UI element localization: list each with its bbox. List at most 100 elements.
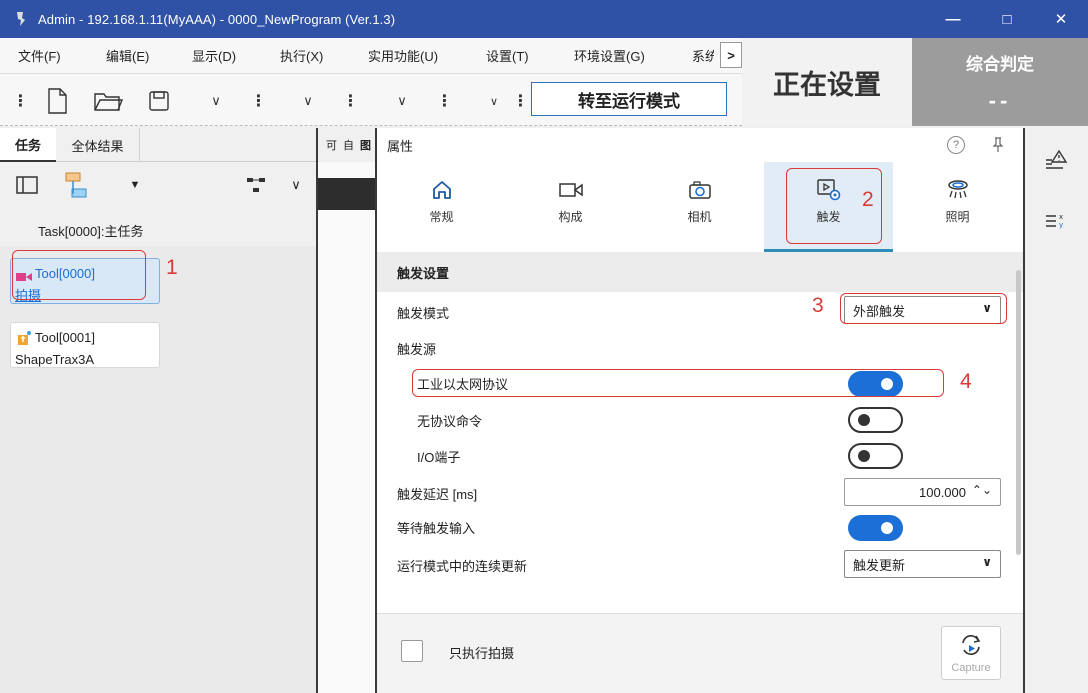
source-noprotocol-label: 无协议命令 [417,414,483,429]
help-icon[interactable]: ? [947,136,965,154]
tab-camera[interactable]: 相机 [635,162,764,252]
spinner-icon[interactable]: ⌃⌄ [972,483,992,497]
variable-list-icon[interactable]: xy [1043,208,1069,234]
property-tabs: 常规 构成 相机 触发 照明 [377,162,1023,252]
annotation-box-1 [12,250,146,300]
tab-lighting[interactable]: 照明 [893,162,1022,252]
trigger-delay-input[interactable]: 100.000 ⌃⌄ [844,478,1001,506]
chevron-down-icon[interactable]: ∨ [288,172,304,198]
menu-settings[interactable]: 设置(T) [486,46,529,65]
video-icon [558,178,584,202]
task-panel: 任务 全体结果 ▼ ∨ Task[0000]:主任务 Tool[0000] 拍摄 [0,128,316,693]
image-pane-tabs: 可 自 图 [318,128,375,162]
toolbar-grip-icon[interactable]: ⋮ [13,88,29,114]
tool-card-shapetrax[interactable]: Tool[0001] ShapeTrax3A [10,322,160,368]
annotation-box-3 [840,293,1007,324]
continuous-update-select[interactable]: 触发更新 ∨ [844,550,1001,578]
menu-file[interactable]: 文件(F) [18,46,61,65]
light-icon [946,178,970,202]
tool-id: Tool[0001] [35,330,95,345]
source-io-label: I/O端子 [417,450,461,465]
warning-list-icon[interactable] [1043,148,1069,174]
source-noprotocol-toggle[interactable] [848,407,903,433]
app-logo-icon [14,10,28,28]
menu-environment[interactable]: 环境设置(G) [574,46,645,65]
menu-system[interactable]: 系统 [692,46,714,65]
toolbar-grip-icon[interactable]: ⋮ [251,88,267,114]
svg-text:x: x [1059,213,1063,221]
tab-pane-2[interactable]: 自 [343,137,354,153]
task-label: Task[0000]:主任务 [38,224,144,239]
chevron-down-icon[interactable]: ∨ [300,88,316,114]
new-file-icon[interactable] [44,88,70,114]
judgement-panel: 综合判定 -- [912,38,1088,126]
judgement-label: 综合判定 [966,55,1034,74]
menu-overflow-button[interactable]: > [720,42,742,68]
task-panel-tabs: 任务 全体结果 [0,128,316,162]
tab-task[interactable]: 任务 [0,128,56,162]
toolbar-grip-icon[interactable]: ⋮ [513,88,529,114]
filter-dropdown-icon[interactable]: ▼ [128,172,142,198]
annotation-box-4 [412,369,944,397]
source-io-toggle[interactable] [848,443,903,469]
shapetrax-tool-icon [15,330,33,346]
maximize-button[interactable]: □ [980,0,1034,38]
chevron-down-icon[interactable]: ∨ [394,88,410,114]
add-tool-icon[interactable] [62,172,90,198]
tab-pane-1[interactable]: 可 [326,137,337,153]
continuous-update-value: 触发更新 [853,557,906,573]
section-title: 触发设置 [377,252,1023,292]
properties-header: 属性 ? [377,128,1023,162]
chevron-down-icon[interactable]: ∨ [486,88,502,114]
trigger-source-label: 触发源 [397,342,437,357]
right-sidebar: xy [1025,128,1088,693]
properties-title: 属性 [387,138,414,154]
open-folder-icon[interactable] [92,88,124,114]
properties-scrollbar[interactable] [1016,270,1021,555]
minimize-button[interactable]: — [926,0,980,38]
tab-label: 构成 [558,210,583,224]
menu-run[interactable]: 执行(X) [280,46,323,65]
menu-view[interactable]: 显示(D) [192,46,236,65]
run-mode-button[interactable]: 转至运行模式 [531,82,727,116]
capture-label: Capture [951,662,991,674]
svg-text:y: y [1059,221,1063,229]
judgement-value: -- [988,88,1012,113]
menu-utilities[interactable]: 实用功能(U) [368,46,438,65]
pin-icon[interactable] [989,136,1007,154]
capture-only-checkbox[interactable] [401,640,423,662]
capture-icon [957,633,985,660]
tab-label: 相机 [687,210,712,224]
properties-panel: 属性 ? 常规 构成 相机 触发 照明 触发设置 触发模式 外部触发 ∨ 触发源… [377,128,1025,693]
task-toolbar: ▼ ∨ [0,162,316,212]
tab-label: 常规 [429,210,454,224]
tab-config[interactable]: 构成 [506,162,635,252]
toolbar-grip-icon[interactable]: ⋮ [437,88,453,114]
home-icon [431,178,453,202]
layout-panel-icon[interactable] [14,172,40,198]
tab-general[interactable]: 常规 [377,162,506,252]
menu-bar: 文件(F) 编辑(E) 显示(D) 执行(X) 实用功能(U) 设置(T) 环境… [0,38,742,74]
tab-label: 照明 [945,210,970,224]
trigger-mode-label: 触发模式 [397,306,450,321]
trigger-delay-value: 100.000 [919,484,966,500]
annotation-number-2: 2 [862,188,874,211]
tree-view-icon[interactable] [244,172,270,198]
trigger-delay-label: 触发延迟 [ms] [397,487,478,502]
task-tool-list: Tool[0000] 拍摄 Tool[0001] ShapeTrax3A [0,246,316,693]
close-button[interactable]: ✕ [1034,0,1088,38]
tab-pane-3[interactable]: 图 [360,137,371,153]
continuous-update-label: 运行模式中的连续更新 [397,559,528,574]
chevron-down-icon[interactable]: ∨ [208,88,224,114]
title-bar: Admin - 192.168.1.11(MyAAA) - 0000_NewPr… [0,0,1088,38]
toolbar-grip-icon[interactable]: ⋮ [343,88,359,114]
wait-trigger-label: 等待触发输入 [397,521,476,536]
save-icon[interactable] [146,88,172,114]
tab-all-results[interactable]: 全体结果 [56,128,140,162]
chevron-down-icon: ∨ [982,555,992,569]
capture-button[interactable]: Capture [941,626,1001,680]
annotation-number-4: 4 [960,370,972,393]
menu-edit[interactable]: 编辑(E) [106,46,149,65]
camera-icon [688,178,712,202]
wait-trigger-toggle[interactable] [848,515,903,541]
